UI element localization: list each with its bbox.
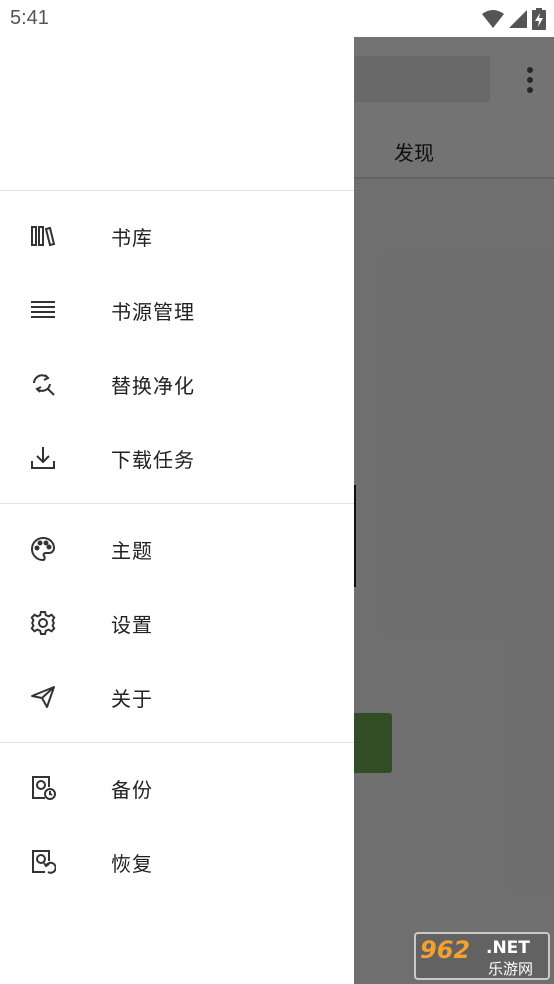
list-icon [30,297,56,323]
navigation-drawer: 书库 书源管理 替换净化 下载任务 主题 设置 关于 备份 恢复 [0,37,354,984]
menu-item-backup[interactable]: 备份 [0,751,354,825]
watermark-suffix: .NET [486,938,530,958]
restore-icon [30,849,56,875]
menu-label-bookshelf: 书库 [111,225,153,250]
menu-label-about: 关于 [111,686,153,711]
gear-icon [30,610,56,636]
menu-label-theme: 主题 [111,538,153,563]
replace-icon [30,371,56,397]
watermark-logo: 962 .NET 乐游网 [414,932,550,980]
bookshelf-icon [30,223,56,249]
menu-label-book-source: 书源管理 [111,299,195,324]
backup-icon [30,775,56,801]
download-icon [30,445,56,471]
menu-label-settings: 设置 [111,612,153,637]
menu-group-data: 备份 恢复 [0,743,354,907]
send-icon [30,684,56,710]
menu-item-about[interactable]: 关于 [0,660,354,734]
menu-item-bookshelf[interactable]: 书库 [0,199,354,273]
signal-icon [509,10,527,28]
status-time: 5:41 [10,7,49,29]
menu-label-restore: 恢复 [111,851,153,876]
menu-item-book-source[interactable]: 书源管理 [0,273,354,347]
status-bar: 5:41 [0,0,554,37]
drawer-header [0,37,354,191]
wifi-icon [482,10,504,28]
status-icons [482,8,546,30]
menu-item-theme[interactable]: 主题 [0,512,354,586]
menu-group-main: 书库 书源管理 替换净化 下载任务 [0,191,354,504]
menu-item-restore[interactable]: 恢复 [0,825,354,899]
menu-label-replace: 替换净化 [111,373,195,398]
battery-icon [532,8,546,30]
watermark-number: 962 [420,936,471,964]
palette-icon [30,536,56,562]
menu-label-backup: 备份 [111,777,153,802]
menu-item-settings[interactable]: 设置 [0,586,354,660]
menu-group-app: 主题 设置 关于 [0,504,354,743]
menu-item-download[interactable]: 下载任务 [0,421,354,495]
menu-item-replace[interactable]: 替换净化 [0,347,354,421]
menu-label-download: 下载任务 [111,447,195,472]
watermark-site-name: 乐游网 [488,960,534,978]
